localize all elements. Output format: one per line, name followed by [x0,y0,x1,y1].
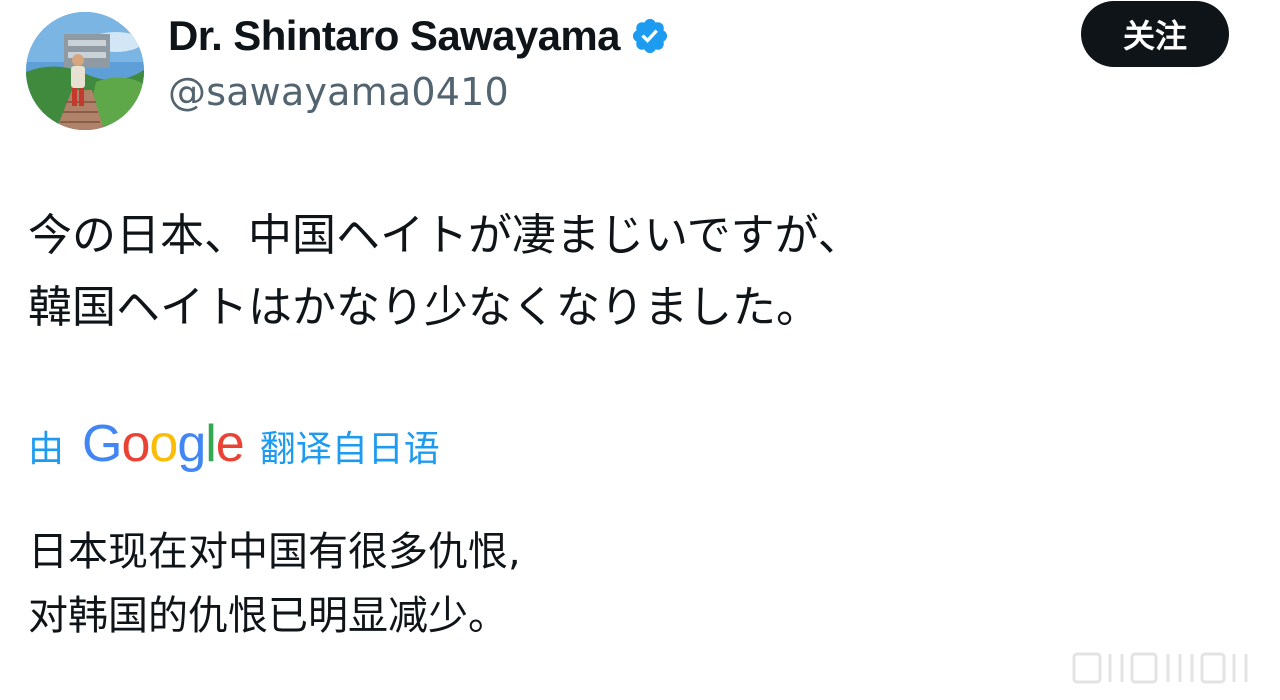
profile-handle[interactable]: @sawayama0410 [168,70,509,114]
translated-text: 日本现在对中国有很多仇恨, 对韩国的仇恨已明显减少。 [28,520,1208,648]
tweet-text: 今の日本、中国ヘイトが凄まじいですが、 韓国ヘイトはかなり少なくなりました。 [28,200,1208,344]
translation-attribution[interactable]: 由 Google 翻译自日语 [28,414,440,478]
watermark-mark [1070,648,1260,688]
translated-text-line: 日本现在对中国有很多仇恨, [28,529,521,575]
google-logo-letter: o [149,415,178,473]
profile-name-row: Dr. Shintaro Sawayama [168,10,670,62]
google-logo-letter: e [215,415,245,473]
google-logo-letter: o [121,415,150,473]
google-logo-letter: l [205,415,217,473]
translated-text-line: 对韩国的仇恨已明显减少。 [28,593,508,639]
verified-badge-icon [630,16,670,56]
google-logo-letter: g [177,415,206,473]
tweet-text-line: 今の日本、中国ヘイトが凄まじいですが、 [28,210,862,261]
follow-button[interactable]: 关注 [1081,1,1229,67]
google-logo-letter: G [82,415,122,473]
translation-source-language: 翻译自日语 [259,429,440,470]
display-name[interactable]: Dr. Shintaro Sawayama [168,12,621,60]
avatar[interactable] [26,12,144,130]
tweet-text-line: 韓国ヘイトはかなり少なくなりました。 [28,282,820,333]
profile-avatar-image [26,12,144,130]
translation-prefix: 由 [28,429,65,470]
google-logo: Google [82,415,245,473]
